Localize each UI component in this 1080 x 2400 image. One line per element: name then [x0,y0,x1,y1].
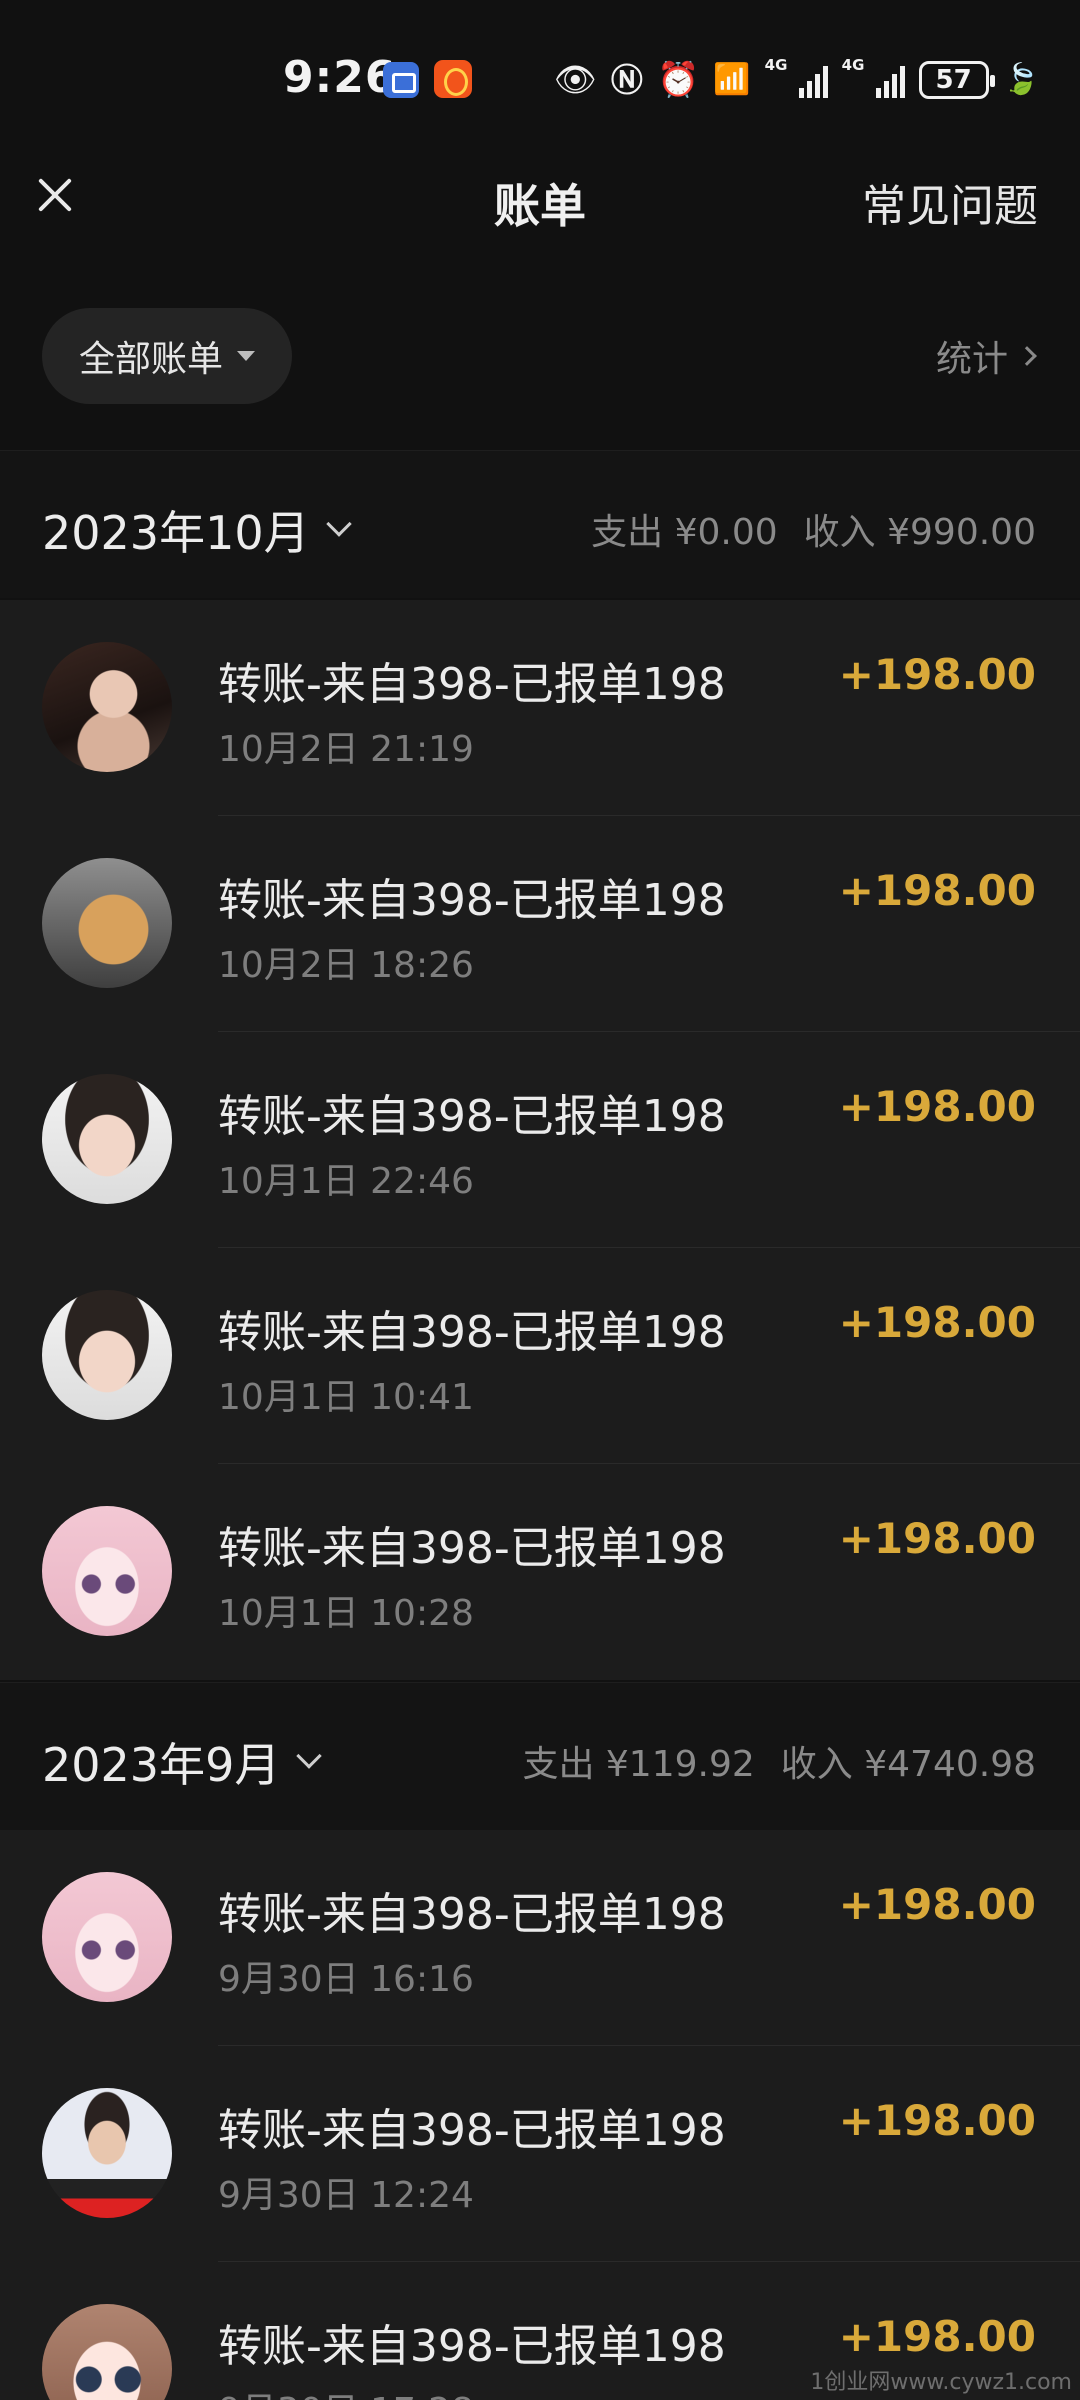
transaction-row[interactable]: 转账-来自398-已报单198 9月30日 12:24 +198.00 [0,2046,1080,2262]
app-notification-icon [383,62,419,98]
transaction-list: 转账-来自398-已报单198 9月30日 16:16 +198.00 转账-来… [0,1830,1080,2400]
transaction-row[interactable]: 转账-来自398-已报单198 9月30日 16:16 +198.00 [0,1830,1080,2046]
transaction-time: 9月30日 17:28 [218,2382,474,2400]
month-header[interactable]: 2023年9月 支出 ¥119.92 收入 ¥4740.98 [0,1682,1080,1830]
month-expense: 支出 ¥0.00 [591,512,778,553]
month-label: 2023年9月 [42,1729,323,1795]
watermark: 1创业网www.cywz1.com [810,2370,1072,2395]
transaction-time: 10月2日 21:19 [218,729,474,770]
transaction-row[interactable]: 转账-来自398-已报单198 10月2日 21:19 +198.00 [0,600,1080,816]
app-notification-icon [434,60,472,98]
battery-icon: 57 [918,61,995,99]
transaction-row[interactable]: 转账-来自398-已报单198 10月1日 10:28 +198.00 [0,1464,1080,1680]
avatar [42,1290,172,1420]
bill-filter-dropdown[interactable]: 全部账单 [42,308,292,404]
transaction-amount: +198.00 [838,650,1036,699]
transaction-time: 10月2日 18:26 [218,945,474,986]
transaction-title: 转账-来自398-已报单198 [218,2105,726,2156]
filter-label: 全部账单 [78,339,223,380]
month-title: 2023年9月 [42,1738,281,1792]
transaction-time: 10月1日 10:41 [218,1377,474,1418]
transaction-list: 转账-来自398-已报单198 10月2日 21:19 +198.00 转账-来… [0,600,1080,1680]
month-title: 2023年10月 [42,506,310,560]
month-income: 收入 ¥4740.98 [780,1744,1036,1785]
stats-label: 统计 [935,339,1008,380]
chevron-down-icon [296,1743,323,1769]
transaction-row[interactable]: 转账-来自398-已报单198 10月1日 22:46 +198.00 [0,1032,1080,1248]
transaction-row[interactable]: 转账-来自398-已报单198 10月1日 10:41 +198.00 [0,1248,1080,1464]
avatar [42,2304,172,2400]
avatar [42,1506,172,1636]
transaction-title: 转账-来自398-已报单198 [218,875,726,926]
month-income: 收入 ¥990.00 [803,512,1036,553]
avatar [42,2088,172,2218]
cellular-signal-icon: 4G [765,56,828,98]
transaction-title: 转账-来自398-已报单198 [218,1307,726,1358]
nfc-icon: Ⓝ [610,61,643,99]
alarm-icon: ⏰ [656,60,700,100]
transaction-time: 10月1日 10:28 [218,1593,474,1634]
month-header[interactable]: 2023年10月 支出 ¥0.00 收入 ¥990.00 [0,450,1080,598]
transaction-time: 9月30日 16:16 [218,1959,474,2000]
avatar [42,642,172,772]
transaction-amount: +198.00 [838,866,1036,915]
avatar [42,1074,172,1204]
month-expense: 支出 ¥119.92 [522,1744,755,1785]
eye-icon: 👁 [553,60,597,100]
transaction-title: 转账-来自398-已报单198 [218,1091,726,1142]
transaction-title: 转账-来自398-已报单198 [218,2321,726,2372]
transaction-title: 转账-来自398-已报单198 [218,1523,726,1574]
chevron-down-icon [325,511,352,537]
status-bar: 9:26 👁 Ⓝ ⏰ 📶 4G 4G 57 🍃 [0,0,1080,150]
transaction-amount: +198.00 [838,1514,1036,1563]
status-icons: 👁 Ⓝ ⏰ 📶 4G 4G 57 🍃 [554,56,1040,104]
transaction-title: 转账-来自398-已报单198 [218,1889,726,1940]
transaction-amount: +198.00 [838,2096,1036,2145]
month-label: 2023年10月 [42,497,352,563]
transaction-amount: +198.00 [838,2312,1036,2361]
faq-link[interactable]: 常见问题 [862,170,1038,234]
avatar [42,858,172,988]
transaction-time: 10月1日 22:46 [218,1161,474,1202]
month-summary: 支出 ¥119.92 收入 ¥4740.98 [522,1735,1036,1787]
wifi-icon: 📶 [713,62,751,97]
transaction-title: 转账-来自398-已报单198 [218,659,726,710]
transaction-amount: +198.00 [838,1880,1036,1929]
leaf-icon: 🍃 [1002,62,1040,97]
top-bar: 账单 常见问题 [0,150,1080,250]
transaction-row[interactable]: 转账-来自398-已报单198 10月2日 18:26 +198.00 [0,816,1080,1032]
month-summary: 支出 ¥0.00 收入 ¥990.00 [591,503,1036,555]
chevron-right-icon [1017,346,1037,366]
caret-down-icon [237,351,255,361]
transaction-time: 9月30日 12:24 [218,2175,474,2216]
cellular-signal-icon: 4G [842,56,905,98]
transaction-amount: +198.00 [838,1298,1036,1347]
status-time: 9:26 [283,52,397,103]
avatar [42,1872,172,2002]
transaction-amount: +198.00 [838,1082,1036,1131]
stats-link[interactable]: 统计 [935,330,1037,382]
